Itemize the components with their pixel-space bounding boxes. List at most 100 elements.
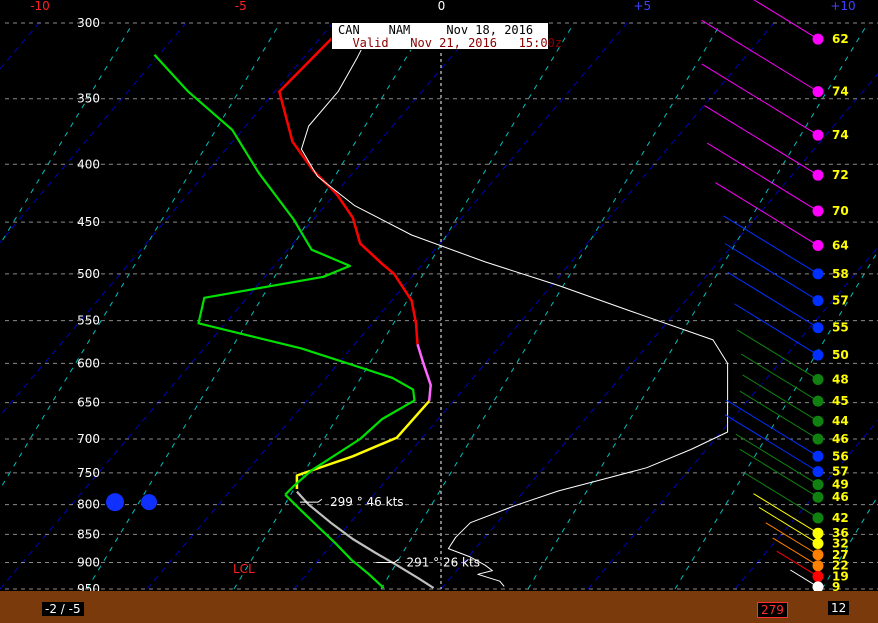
dewpoint-line	[153, 53, 416, 496]
isotherm-line	[734, 419, 878, 590]
pressure-tick-label: 500	[77, 267, 100, 281]
top-axis-tick-label: 0	[438, 0, 446, 13]
pressure-tick-label: 600	[77, 356, 100, 370]
wind-speed-dot	[812, 570, 824, 582]
wind-speed-dot	[812, 479, 824, 491]
skew-t-chart: 299 ° 46 kts 291 ° 26 kts LCL 62 74 74 72 70 64…	[0, 0, 878, 611]
valid-date: Nov 21, 2016	[410, 36, 497, 50]
dry-adiabat-line	[821, 494, 878, 590]
wind-speed-dot	[812, 205, 824, 217]
wind-barb-line	[706, 142, 819, 212]
wind-speed-dot	[812, 169, 824, 181]
wind-speed-dot	[812, 433, 824, 445]
valid-time: 15:00z	[518, 36, 563, 50]
wind-speed-dot	[812, 349, 824, 361]
dry-adiabat-line	[527, 22, 869, 590]
wind-speed-dot	[812, 373, 824, 385]
init-hour: 12z	[554, 23, 577, 37]
wind-barb-line	[734, 303, 819, 356]
pressure-tick-label: 350	[77, 92, 100, 106]
parcel-dot	[141, 494, 157, 511]
wind-speed-dot	[812, 295, 824, 307]
wind-speed-dot	[812, 240, 824, 252]
run-info-box: CAN NAM Nov 18, 2016 12z Valid Nov 21, 2…	[331, 22, 576, 50]
left-readout: -2 / -5	[42, 602, 84, 616]
wind-speed-label: 50	[832, 348, 849, 362]
wind-speed-label: 45	[832, 394, 849, 408]
wind-barb-line	[753, 493, 819, 534]
wind-speed-label: 62	[832, 32, 849, 46]
top-axis-tick-label: -5	[235, 0, 247, 13]
wind-barb-line	[724, 243, 819, 302]
wind-speed-dot	[812, 129, 824, 141]
wind-speed-label: 74	[832, 128, 849, 142]
top-axis-tick-label: -10	[30, 0, 50, 13]
wind-speed-label: 57	[832, 294, 849, 308]
wind-speed-label: 46	[832, 490, 849, 504]
pressure-tick-label: 800	[77, 498, 100, 512]
init-date: Nov 18, 2016	[446, 23, 534, 37]
temperature-line-segment	[278, 22, 419, 345]
wind-speed-dot	[812, 322, 824, 334]
wind-speed-label: 44	[832, 414, 849, 428]
wind-speed-dot	[812, 466, 824, 478]
wind-speed-dot	[812, 560, 824, 572]
cloud-base-dot	[106, 493, 124, 512]
run-model: NAM	[388, 23, 411, 37]
wind-speed-label: 55	[832, 321, 849, 335]
wind-speed-dot	[812, 86, 824, 98]
wind-barb-line	[736, 329, 819, 380]
pressure-tick-label: 850	[77, 527, 100, 541]
wind-speed-label: 46	[832, 432, 849, 446]
wind-speed-dot	[812, 491, 824, 503]
pressure-tick-label: 900	[77, 555, 100, 569]
run-info-line-2: Valid Nov 21, 2016 15:00z	[338, 36, 562, 50]
wind-speed-dot	[812, 415, 824, 427]
pressure-tick-label: 450	[77, 215, 100, 229]
top-axis-tick-label: +10	[830, 0, 855, 13]
series-layer: 299 ° 46 kts 291 ° 26 kts LCL	[106, 22, 729, 589]
wind-speed-label: 56	[832, 449, 849, 463]
isotherm-line	[0, 22, 40, 70]
valid-label: Valid	[352, 36, 389, 50]
wind-speed-dot	[812, 395, 824, 407]
wind-speed-label: 70	[832, 204, 849, 218]
wind-speed-label: 57	[832, 465, 849, 479]
dry-adiabat-line	[0, 22, 281, 491]
wind-speed-dot	[812, 538, 824, 550]
wind-speed-dot	[812, 33, 824, 45]
wind-speed-label: 64	[832, 239, 849, 253]
wind-barb-line	[776, 550, 819, 577]
wind-marker-label: 291 ° 26 kts	[406, 555, 480, 569]
pressure-tick-label: 300	[77, 16, 100, 30]
dry-adiabat-line	[233, 22, 575, 590]
wind-speed-label: 48	[832, 372, 849, 386]
pressure-tick-label: 700	[77, 432, 100, 446]
wind-barb-line	[772, 537, 819, 567]
wind-barb-line	[753, 0, 819, 40]
model-name: CAN	[338, 23, 360, 37]
wind-barb-line	[701, 63, 819, 136]
wind-barb-line	[727, 271, 819, 329]
wind-speed-label: 58	[832, 267, 849, 281]
wind-speed-dot	[812, 527, 824, 539]
wind-speed-dot	[812, 450, 824, 462]
temperature-line-segment	[416, 343, 432, 402]
wind-barb-line	[724, 414, 819, 473]
lcl-label: LCL	[233, 562, 255, 576]
wind-barb-line	[735, 433, 819, 485]
wind-speed-dot	[812, 268, 824, 280]
wind-speed-dot	[812, 549, 824, 561]
ground-band	[0, 591, 878, 623]
pressure-tick-label: 750	[77, 466, 100, 480]
wind-marker-label: 299 ° 46 kts	[330, 495, 404, 509]
dry-adiabat-line	[380, 22, 722, 590]
wind-barb-line	[742, 374, 819, 422]
wind-barb-line	[723, 215, 819, 275]
wind-speed-label: 72	[832, 168, 849, 182]
wind-speed-dot	[812, 512, 824, 524]
right-readout-box: 279	[757, 602, 788, 618]
right-readout: 12	[828, 601, 850, 615]
pressure-tick-label: 550	[77, 314, 100, 328]
wind-speed-label: 74	[832, 85, 849, 99]
